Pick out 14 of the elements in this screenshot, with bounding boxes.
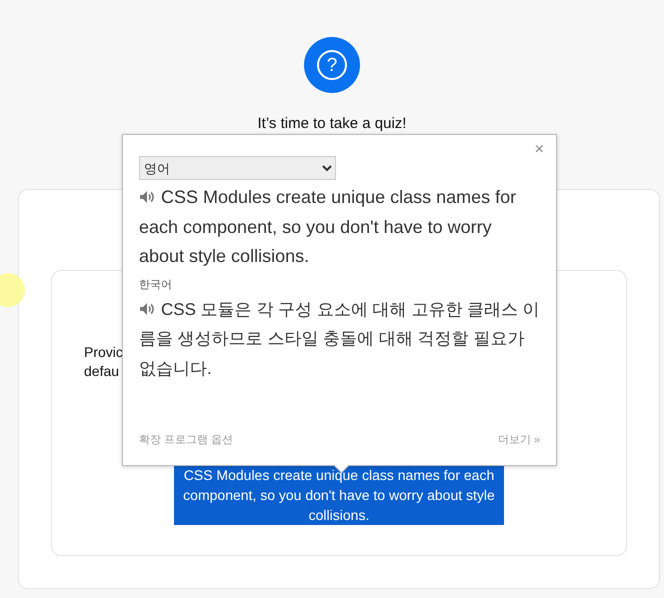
speaker-icon[interactable] (139, 190, 155, 204)
selected-text: CSS Modules create unique class names for each component, so you don't have to worry about style collisions. (174, 465, 504, 525)
language-select[interactable]: 영어 (139, 156, 336, 180)
speaker-icon[interactable] (139, 302, 155, 316)
options-link[interactable]: 확장 프로그램 옵션 (139, 432, 234, 447)
source-text: CSS Modules create unique class names for each component, so you don't have to worry about style collisions. (139, 186, 518, 268)
quiz-title: It’s time to take a quiz! (258, 115, 406, 132)
translated-text: CSS 모듈은 각 구성 요소에 대해 고유한 클래스 이름을 생성하므로 스타일 충돌에 대해 걱정할 필요가 없습니다. (139, 298, 540, 380)
question-text: Provic (84, 343, 123, 362)
more-link[interactable]: 더보기 » (498, 432, 540, 447)
question-text: defau (84, 362, 120, 381)
target-language-label: 한국어 (139, 278, 173, 292)
help-icon: ? (304, 37, 360, 93)
close-button[interactable]: × (530, 139, 548, 161)
